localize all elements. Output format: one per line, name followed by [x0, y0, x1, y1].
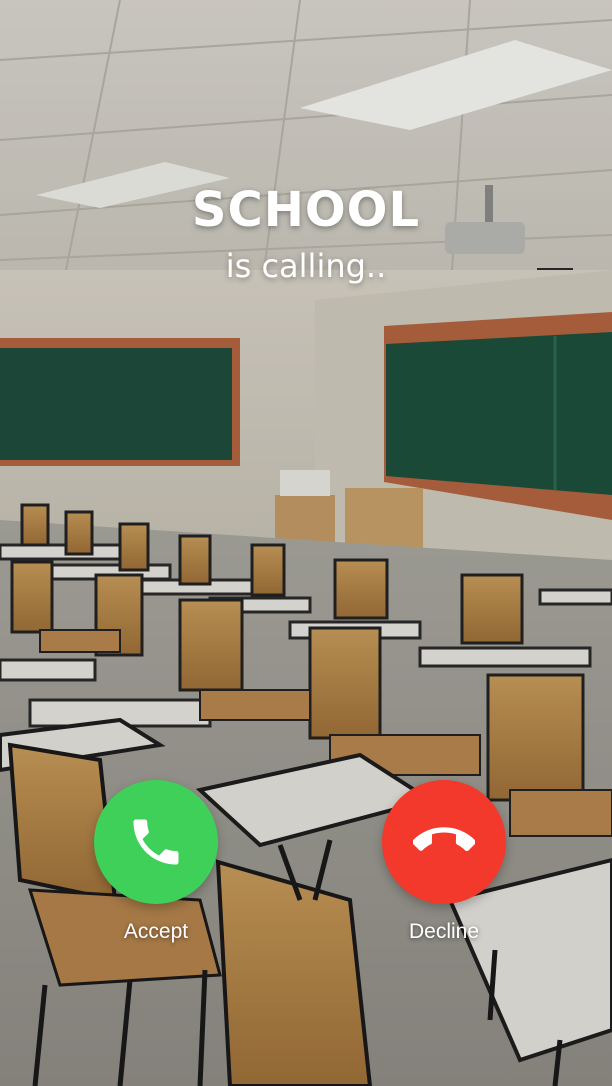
- caller-name: SCHOOL: [191, 182, 421, 238]
- call-status: is calling..: [225, 247, 387, 285]
- decline-label: Decline: [408, 920, 480, 943]
- hang-up-phone-icon: [413, 827, 475, 852]
- incoming-call-screen: SCHOOL is calling.. Accept Decline: [0, 0, 612, 1086]
- caller-info: SCHOOL is calling..: [0, 180, 612, 286]
- accept-call-button[interactable]: [94, 780, 218, 904]
- phone-icon: [133, 819, 179, 865]
- accept-label: Accept: [123, 920, 189, 943]
- decline-call-button[interactable]: [382, 780, 506, 904]
